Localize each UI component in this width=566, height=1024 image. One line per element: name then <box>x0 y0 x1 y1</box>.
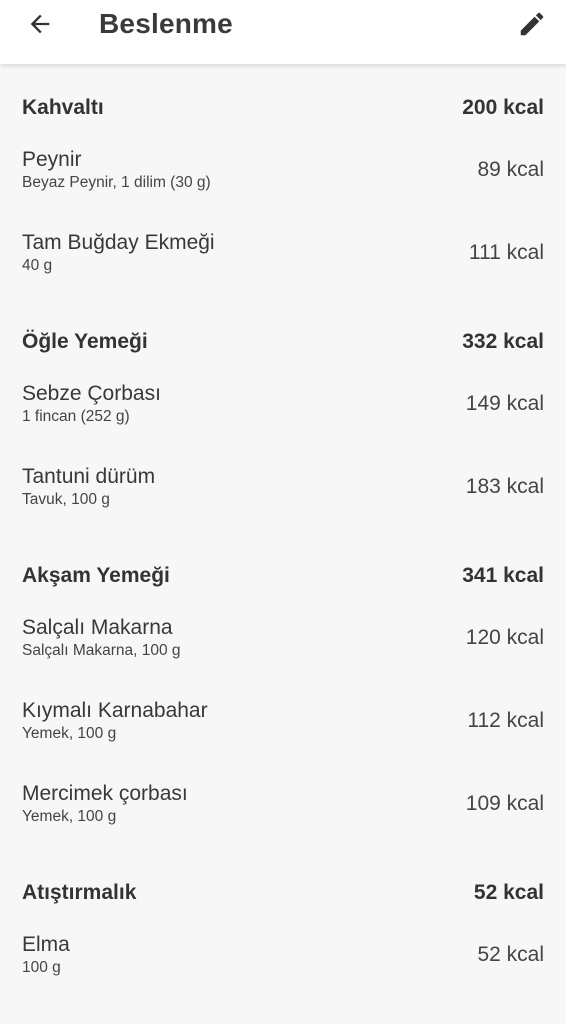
food-item-text: Salçalı Makarna Salçalı Makarna, 100 g <box>22 615 181 661</box>
section-header: Akşam Yemeği 341 kcal <box>22 556 544 596</box>
food-item[interactable]: Salçalı Makarna Salçalı Makarna, 100 g 1… <box>22 596 544 679</box>
food-portion: Tavuk, 100 g <box>22 490 110 508</box>
food-name: Tantuni dürüm <box>22 464 156 488</box>
section-header: Öğle Yemeği 332 kcal <box>22 322 544 362</box>
back-button[interactable] <box>22 8 58 44</box>
food-portion: Yemek, 100 g <box>22 724 117 742</box>
food-item[interactable]: Tantuni dürüm Tavuk, 100 g 183 kcal <box>22 445 544 528</box>
food-name: Tam Buğday Ekmeği <box>22 230 215 254</box>
food-item-text: Mercimek çorbası Yemek, 100 g <box>22 781 188 827</box>
edit-button[interactable] <box>514 8 550 44</box>
food-portion: Salçalı Makarna, 100 g <box>22 641 181 659</box>
food-item-text: Tam Buğday Ekmeği 40 g <box>22 230 215 276</box>
food-name: Peynir <box>22 147 82 171</box>
section-title: Öğle Yemeği <box>22 330 148 353</box>
food-item[interactable]: Sebze Çorbası 1 fincan (252 g) 149 kcal <box>22 362 544 445</box>
meal-list: Kahvaltı 200 kcal Peynir Beyaz Peynir, 1… <box>0 64 566 996</box>
food-item[interactable]: Tam Buğday Ekmeği 40 g 111 kcal <box>22 211 544 294</box>
food-item-text: Tantuni dürüm Tavuk, 100 g <box>22 464 155 510</box>
food-item-text: Kıymalı Karnabahar Yemek, 100 g <box>22 698 208 744</box>
food-kcal: 109 kcal <box>465 791 544 815</box>
section-header: Kahvaltı 200 kcal <box>22 88 544 128</box>
food-kcal: 183 kcal <box>465 474 544 498</box>
food-portion: Beyaz Peynir, 1 dilim (30 g) <box>22 173 211 191</box>
food-item-text: Peynir Beyaz Peynir, 1 dilim (30 g) <box>22 147 211 193</box>
food-item[interactable]: Elma 100 g 52 kcal <box>22 913 544 996</box>
section-title: Atıştırmalık <box>22 881 137 904</box>
meal-section-breakfast: Kahvaltı 200 kcal Peynir Beyaz Peynir, 1… <box>0 88 566 294</box>
food-item[interactable]: Mercimek çorbası Yemek, 100 g 109 kcal <box>22 762 544 845</box>
food-name: Kıymalı Karnabahar <box>22 698 208 722</box>
food-portion: Yemek, 100 g <box>22 807 117 825</box>
meal-section-snack: Atıştırmalık 52 kcal Elma 100 g 52 kcal <box>0 873 566 996</box>
section-title: Akşam Yemeği <box>22 564 170 587</box>
food-kcal: 120 kcal <box>465 625 544 649</box>
food-name: Sebze Çorbası <box>22 381 161 405</box>
food-name: Mercimek çorbası <box>22 781 188 805</box>
food-kcal: 112 kcal <box>467 708 544 732</box>
page-title: Beslenme <box>99 8 233 39</box>
section-total-kcal: 52 kcal <box>473 881 544 904</box>
pencil-icon <box>517 9 547 44</box>
food-item[interactable]: Kıymalı Karnabahar Yemek, 100 g 112 kcal <box>22 679 544 762</box>
meal-section-dinner: Akşam Yemeği 341 kcal Salçalı Makarna Sa… <box>0 556 566 845</box>
food-kcal: 149 kcal <box>465 391 544 415</box>
food-name: Salçalı Makarna <box>22 615 173 639</box>
section-header: Atıştırmalık 52 kcal <box>22 873 544 913</box>
section-total-kcal: 332 kcal <box>462 330 544 353</box>
food-portion: 100 g <box>22 958 61 976</box>
app-bar: Beslenme <box>0 0 566 64</box>
food-kcal: 111 kcal <box>468 240 544 264</box>
food-item-text: Elma 100 g <box>22 932 70 978</box>
section-total-kcal: 341 kcal <box>462 564 544 587</box>
section-total-kcal: 200 kcal <box>462 96 544 119</box>
arrow-back-icon <box>26 10 54 43</box>
food-item[interactable]: Peynir Beyaz Peynir, 1 dilim (30 g) 89 k… <box>22 128 544 211</box>
food-kcal: 52 kcal <box>477 942 544 966</box>
food-portion: 1 fincan (252 g) <box>22 407 130 425</box>
food-kcal: 89 kcal <box>477 157 544 181</box>
section-title: Kahvaltı <box>22 96 104 119</box>
food-portion: 40 g <box>22 256 53 274</box>
food-name: Elma <box>22 932 70 956</box>
food-item-text: Sebze Çorbası 1 fincan (252 g) <box>22 381 161 427</box>
meal-section-lunch: Öğle Yemeği 332 kcal Sebze Çorbası 1 fin… <box>0 322 566 528</box>
